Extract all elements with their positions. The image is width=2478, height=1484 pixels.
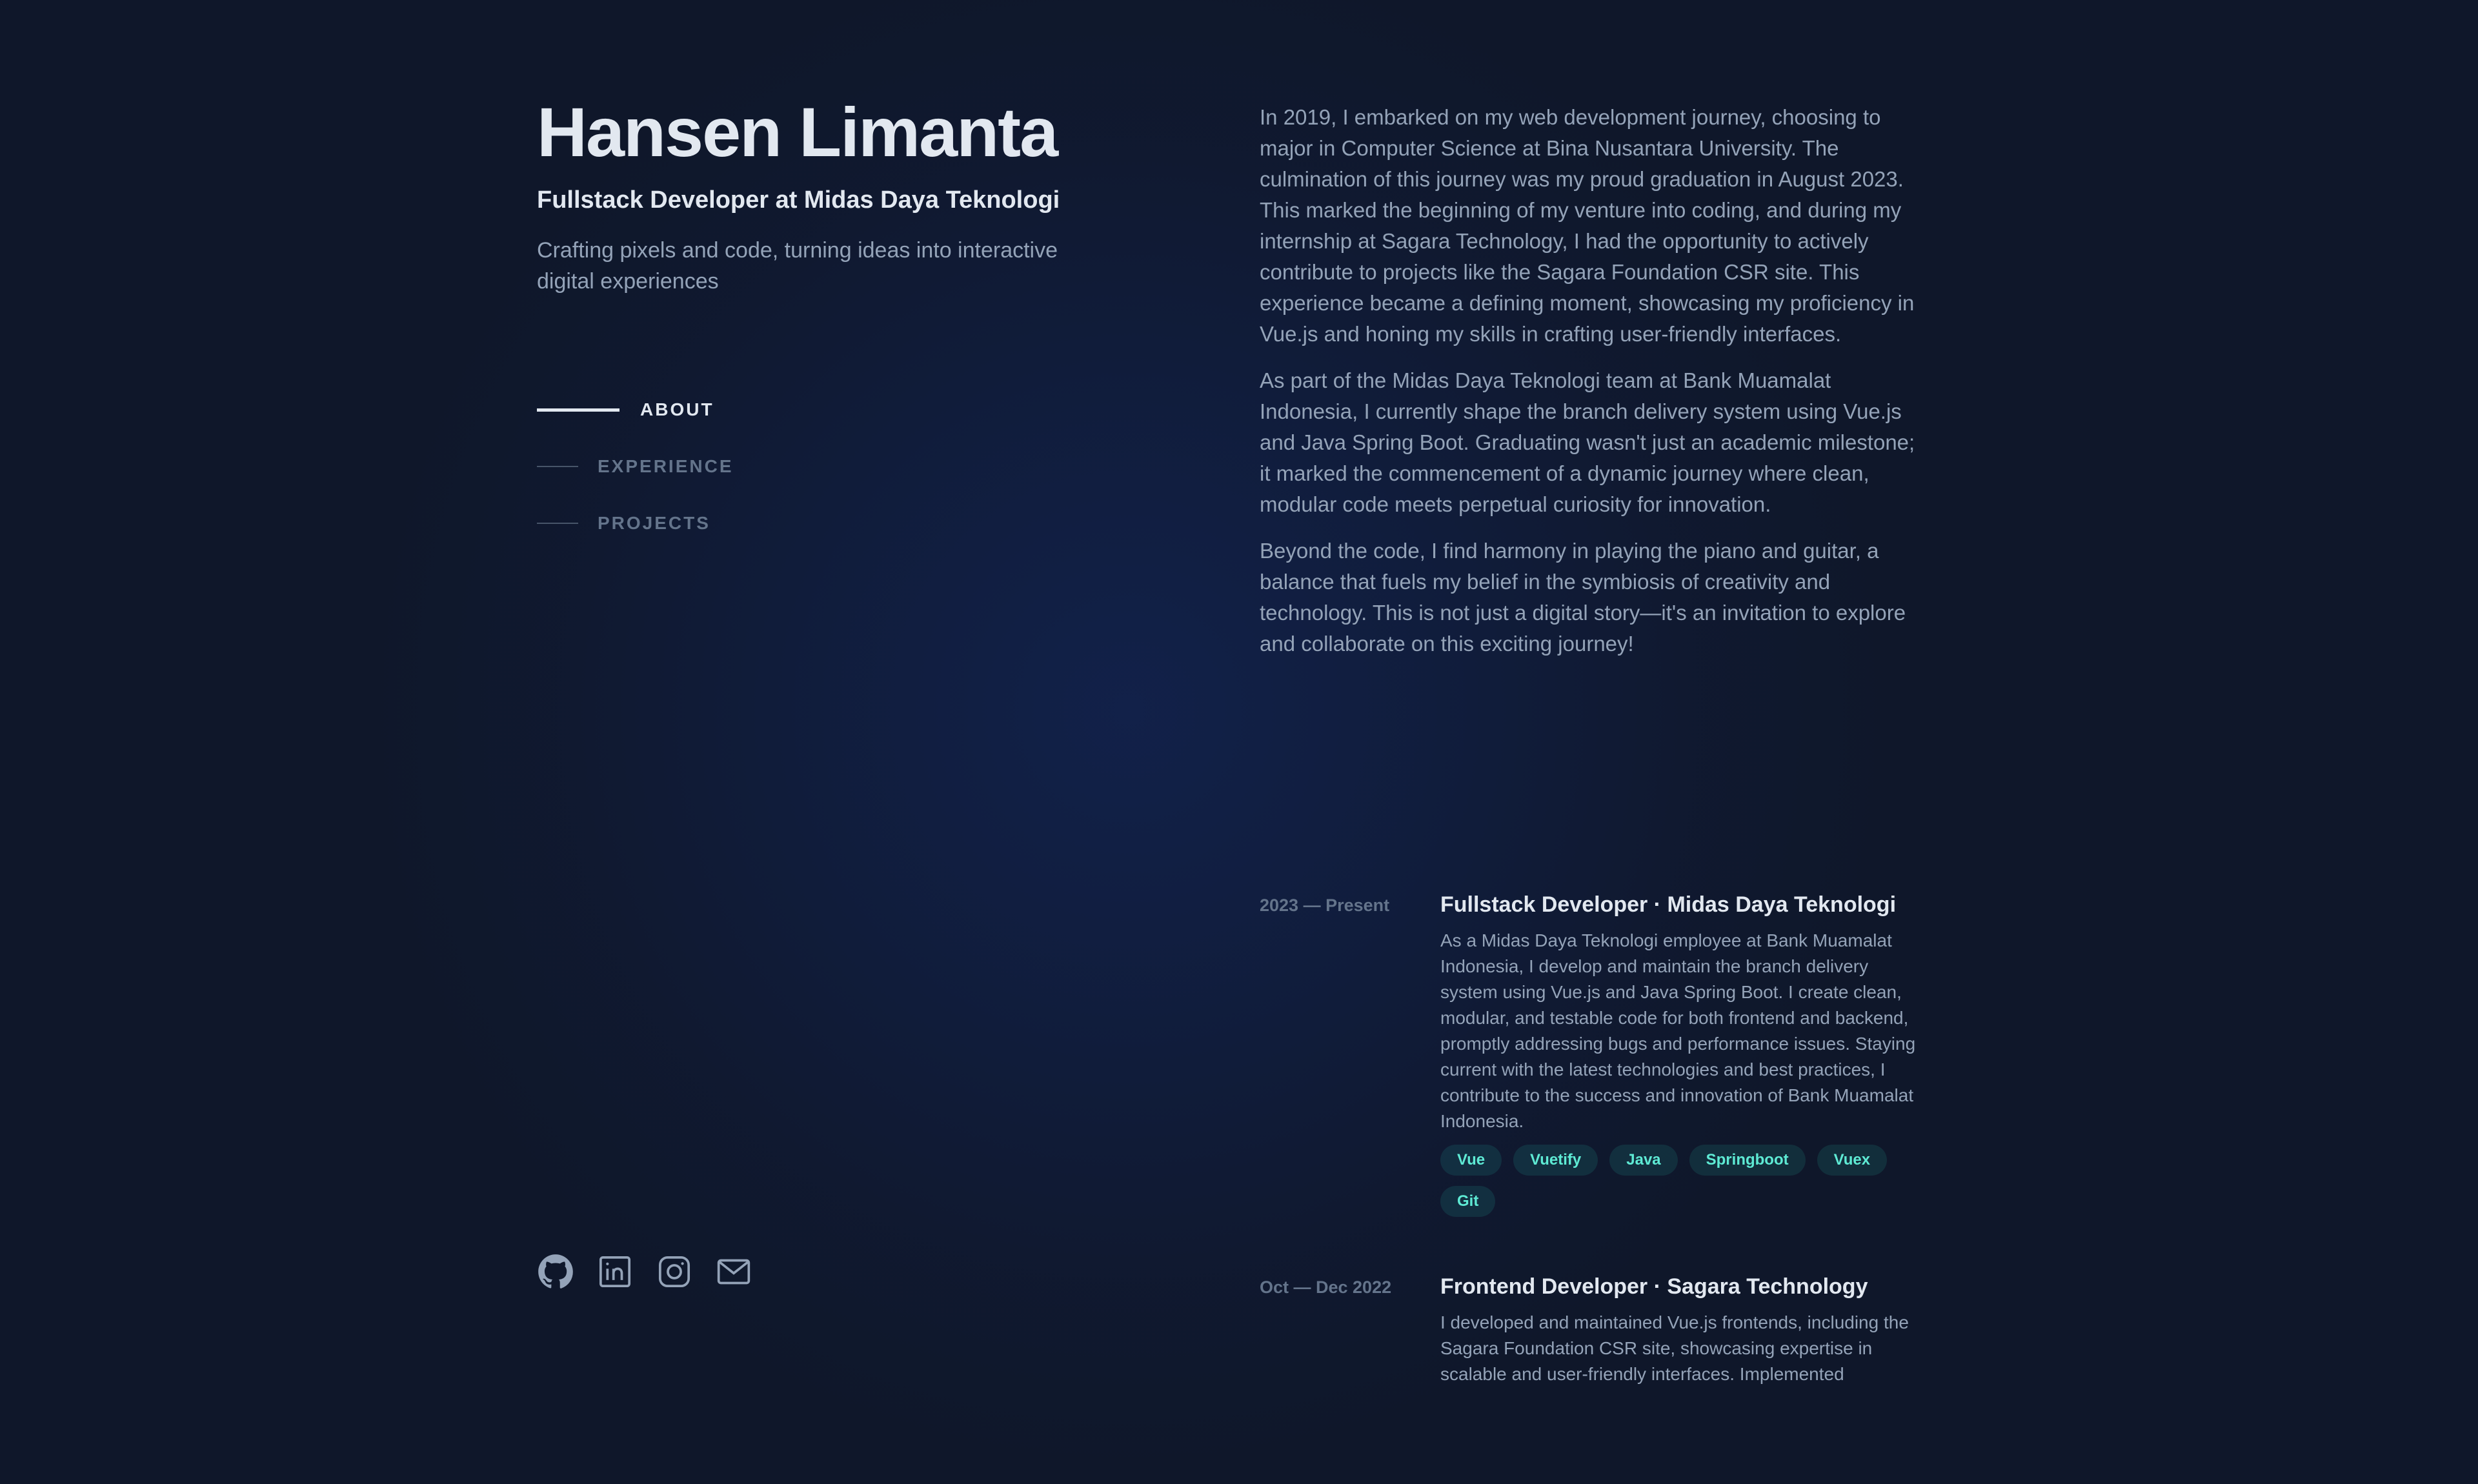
about-paragraph: Beyond the code, I find harmony in playi… xyxy=(1260,539,1906,656)
nav-item-projects[interactable]: PROJECTS xyxy=(537,507,734,539)
instagram-link[interactable] xyxy=(656,1253,693,1290)
experience-body: Frontend Developer · Sagara Technology I… xyxy=(1440,1272,1924,1387)
content-column: In 2019, I embarked on my web developmen… xyxy=(1260,0,1924,1394)
profile-tagline: Crafting pixels and code, turning ideas … xyxy=(537,238,1058,294)
nav-item-experience[interactable]: EXPERIENCE xyxy=(537,450,734,483)
nav-indicator-line xyxy=(537,523,578,524)
nav-indicator-line xyxy=(537,408,620,412)
nav-label-experience: EXPERIENCE xyxy=(598,456,734,476)
experience-description: As a Midas Daya Teknologi employee at Ba… xyxy=(1440,930,1916,1132)
nav-indicator-line xyxy=(537,466,578,467)
experience-title-link[interactable]: Fullstack Developer · Midas Daya Teknolo… xyxy=(1440,890,1924,919)
github-link[interactable] xyxy=(537,1253,574,1290)
github-icon xyxy=(538,1254,573,1288)
experience-description: I developed and maintained Vue.js fronte… xyxy=(1440,1312,1909,1385)
nav-item-about[interactable]: ABOUT xyxy=(537,394,734,426)
tech-tags: Vue Vuetify Java Springboot Vuex Git xyxy=(1440,1145,1924,1227)
social-links xyxy=(537,1253,774,1290)
experience-date: Oct — Dec 2022 xyxy=(1260,1278,1392,1297)
about-section: In 2019, I embarked on my web developmen… xyxy=(1260,102,1924,675)
instagram-icon xyxy=(658,1256,690,1288)
nav-label-projects: PROJECTS xyxy=(598,513,710,533)
tech-tag: Java xyxy=(1609,1145,1678,1176)
linkedin-icon xyxy=(599,1256,631,1288)
section-nav: ABOUT EXPERIENCE PROJECTS xyxy=(537,394,734,564)
profile-role: Fullstack Developer at Midas Daya Teknol… xyxy=(537,186,1060,214)
tech-tag: Springboot xyxy=(1689,1145,1806,1176)
mail-link[interactable] xyxy=(715,1253,752,1290)
mail-icon xyxy=(717,1259,750,1285)
tech-tag: Vuetify xyxy=(1513,1145,1598,1176)
experience-body: Fullstack Developer · Midas Daya Teknolo… xyxy=(1440,890,1924,1227)
nav-label-about: ABOUT xyxy=(640,399,714,419)
tech-tag: Vuex xyxy=(1817,1145,1888,1176)
experience-date: 2023 — Present xyxy=(1260,896,1390,915)
tech-tag: Git xyxy=(1440,1186,1496,1218)
tech-tag: Vue xyxy=(1440,1145,1502,1176)
linkedin-link[interactable] xyxy=(596,1253,634,1290)
experience-title-link[interactable]: Frontend Developer · Sagara Technology xyxy=(1440,1272,1924,1301)
profile-name: Hansen Limanta xyxy=(537,93,1058,171)
about-paragraph: As part of the Midas Daya Teknologi team… xyxy=(1260,368,1915,516)
about-paragraph: In 2019, I embarked on my web developmen… xyxy=(1260,105,1915,346)
profile-sidebar: Hansen Limanta Fullstack Developer at Mi… xyxy=(537,0,1118,1394)
